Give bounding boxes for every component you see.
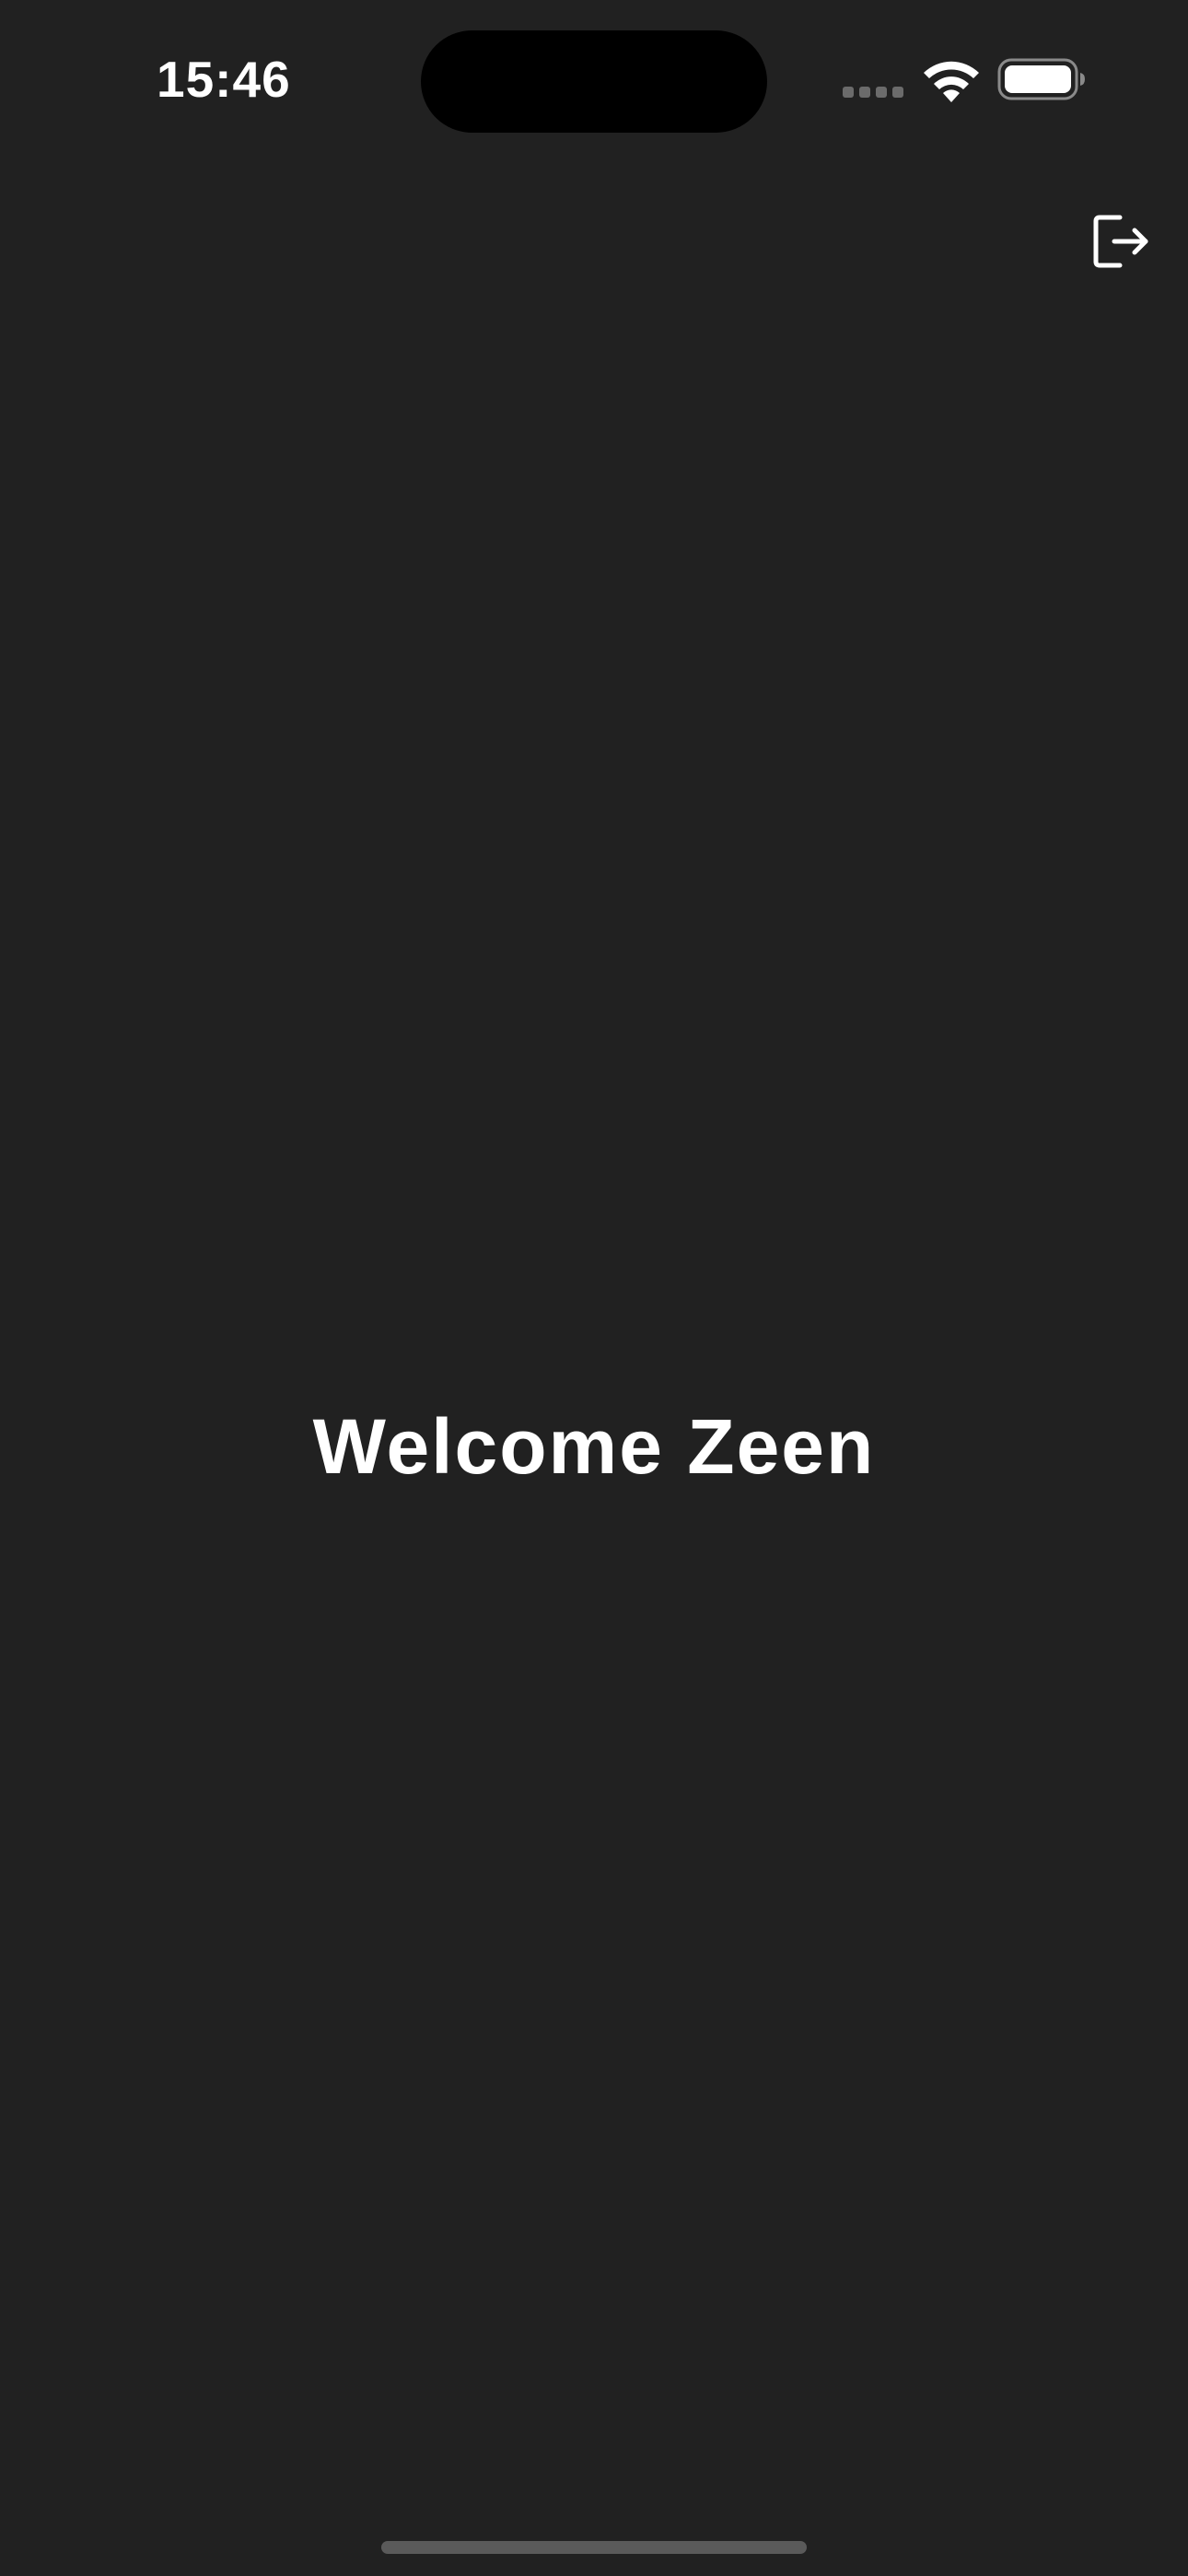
- home-indicator[interactable]: [381, 2541, 807, 2554]
- welcome-title: Welcome Zeen: [312, 1403, 876, 1490]
- cellular-signal-icon: [843, 87, 905, 100]
- app-screen: 15:46 Welcome Zeen: [0, 0, 1188, 2576]
- status-time: 15:46: [157, 51, 291, 108]
- dynamic-island: [421, 30, 767, 133]
- wifi-icon: [924, 61, 979, 102]
- logout-icon: [1093, 215, 1148, 268]
- battery-icon: [997, 58, 1085, 100]
- logout-button[interactable]: [1085, 205, 1159, 278]
